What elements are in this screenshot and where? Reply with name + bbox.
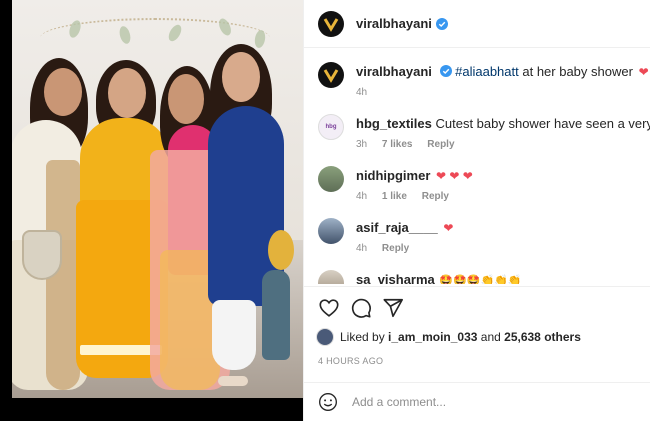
instagram-post: viralbhayani viralbhayani #aliaabhatt at…	[0, 0, 650, 421]
comment-username[interactable]: nidhipgimer	[356, 168, 430, 183]
comment-text: Cutest baby shower have seen a very long…	[435, 116, 650, 131]
share-icon[interactable]	[382, 297, 404, 319]
caption-mention[interactable]: #aliaabhatt	[455, 64, 519, 79]
comment-likes[interactable]: 1 like	[382, 191, 407, 202]
caption-text: at her baby shower	[518, 64, 633, 79]
caption-time: 4h	[356, 87, 368, 98]
verified-badge-icon	[439, 65, 452, 77]
profile-avatar[interactable]	[318, 10, 344, 37]
heart-emoji: ❤	[443, 221, 454, 235]
liker-username[interactable]: i_am_moin_033	[388, 330, 477, 344]
comments-list[interactable]: viralbhayani #aliaabhatt at her baby sho…	[304, 52, 650, 284]
comment-username[interactable]: hbg_textiles	[356, 116, 432, 131]
comment-icon[interactable]	[350, 297, 372, 319]
post-media[interactable]	[0, 0, 303, 421]
action-bar	[304, 286, 650, 322]
comment-avatar[interactable]	[318, 270, 344, 284]
heart-icon[interactable]	[318, 297, 340, 319]
post-timestamp[interactable]: 4 HOURS AGO	[318, 356, 383, 366]
post-photo	[0, 0, 303, 398]
heart-emoji: ❤	[638, 65, 649, 79]
likes-and-label: and	[480, 330, 501, 344]
smiley-icon[interactable]	[318, 392, 338, 412]
reply-button[interactable]: Reply	[382, 243, 409, 254]
comment-item: asif_raja____ ❤ 4h Reply	[316, 218, 650, 258]
liked-by-label: Liked by	[340, 330, 385, 344]
comment-username[interactable]: sa_visharma	[356, 272, 435, 284]
likes-count[interactable]: 25,638 others	[504, 330, 581, 344]
comment-item: nidhipgimer ❤ ❤ ❤ 4h 1 like Reply	[316, 166, 650, 206]
comment-avatar[interactable]: hbg	[318, 114, 344, 140]
header-username[interactable]: viralbhayani	[356, 16, 432, 31]
comment-item: sa_visharma 🤩🤩🤩👏👏👏	[316, 270, 650, 284]
post-header: viralbhayani	[304, 0, 650, 48]
comment-time: 3h	[356, 139, 368, 150]
liker-avatar[interactable]	[316, 328, 334, 346]
add-comment-bar	[304, 382, 650, 421]
comment-item: hbg hbg_textiles Cutest baby shower have…	[316, 114, 650, 154]
emoji-reactions: 🤩🤩🤩👏👏👏	[439, 275, 522, 284]
comment-time: 4h	[356, 243, 368, 254]
add-comment-input[interactable]	[352, 395, 602, 409]
caption: viralbhayani #aliaabhatt at her baby sho…	[316, 62, 650, 102]
v-logo-icon	[323, 17, 339, 32]
caption-username[interactable]: viralbhayani	[356, 64, 432, 79]
comment-username[interactable]: asif_raja____	[356, 220, 438, 235]
v-logo-icon	[323, 69, 339, 83]
verified-badge-icon	[435, 17, 448, 30]
caption-avatar[interactable]	[318, 62, 344, 88]
comment-time: 4h	[356, 191, 368, 202]
post-panel: viralbhayani viralbhayani #aliaabhatt at…	[303, 0, 650, 421]
likes-summary: Liked by i_am_moin_033 and 25,638 others	[316, 328, 581, 346]
heart-emojis: ❤ ❤ ❤	[436, 169, 473, 183]
reply-button[interactable]: Reply	[422, 191, 449, 202]
comment-likes[interactable]: 7 likes	[382, 139, 413, 150]
comment-avatar[interactable]	[318, 218, 344, 244]
comment-avatar[interactable]	[318, 166, 344, 192]
reply-button[interactable]: Reply	[427, 139, 454, 150]
